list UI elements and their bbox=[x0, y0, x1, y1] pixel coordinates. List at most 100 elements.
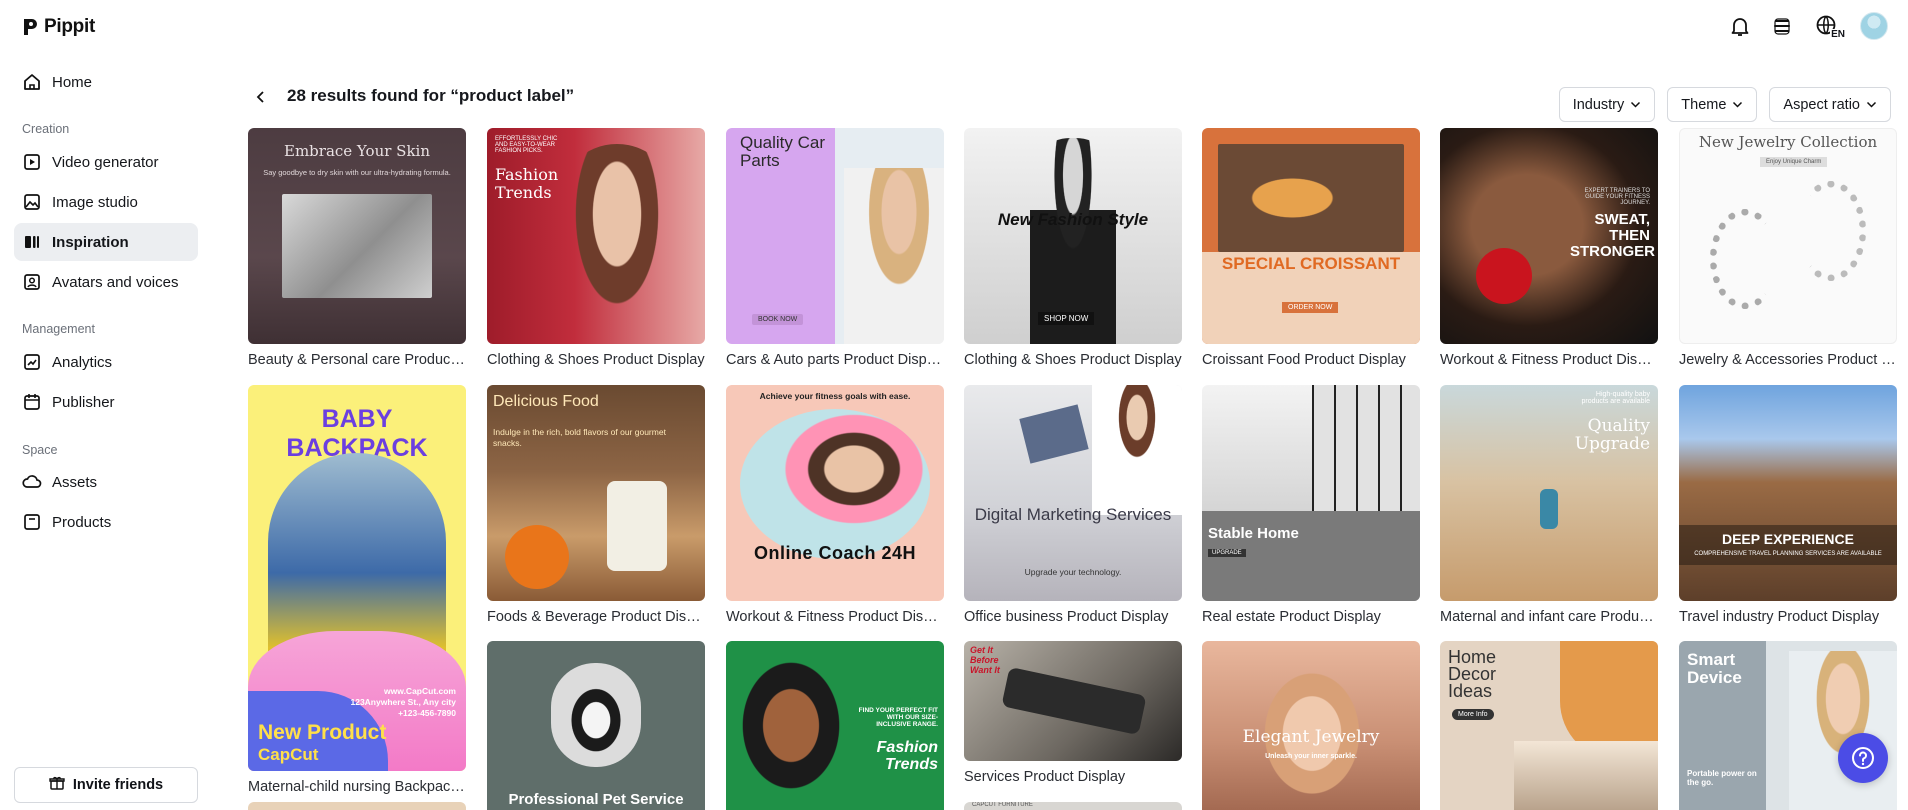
sidebar-item-label: Analytics bbox=[52, 353, 113, 371]
template-thumbnail[interactable]: Fashion Trends EFFORTLESSLY CHIC AND EAS… bbox=[487, 128, 705, 344]
clapperboard-icon bbox=[1019, 404, 1089, 464]
stack-menu-icon[interactable] bbox=[1770, 14, 1794, 38]
template-card[interactable]: Delicious Food Indulge in the rich, bold… bbox=[487, 385, 705, 625]
template-card[interactable]: Embrace Your Skin Say goodbye to dry ski… bbox=[248, 128, 466, 368]
template-card[interactable]: FIND YOUR PERFECT FIT WITH OUR SIZE-INCL… bbox=[726, 641, 944, 810]
filter-aspect-ratio[interactable]: Aspect ratio bbox=[1769, 87, 1891, 122]
template-thumbnail[interactable]: DEEP EXPERIENCE COMPREHENSIVE TRAVEL PLA… bbox=[1679, 385, 1897, 601]
sidebar-item-analytics[interactable]: Analytics bbox=[14, 343, 198, 381]
filter-theme[interactable]: Theme bbox=[1667, 87, 1758, 122]
template-thumbnail[interactable]: New Jewelry Collection Enjoy Unique Char… bbox=[1679, 128, 1897, 344]
template-thumbnail[interactable]: Smart Device Portable power on the go. bbox=[1679, 641, 1897, 810]
sidebar-item-image-studio[interactable]: Image studio bbox=[14, 183, 198, 221]
template-label: Clothing & Shoes Product Display bbox=[487, 352, 705, 368]
template-thumbnail[interactable]: Stable Home UPGRADE bbox=[1202, 385, 1420, 601]
sidebar-item-assets[interactable]: Assets bbox=[14, 463, 198, 501]
template-thumbnail[interactable]: New Fashion Style SHOP NOW bbox=[964, 128, 1182, 344]
template-card[interactable]: DEEP EXPERIENCE COMPREHENSIVE TRAVEL PLA… bbox=[1679, 385, 1897, 625]
user-avatar[interactable] bbox=[1860, 12, 1888, 40]
template-card[interactable]: High-quality baby products are available… bbox=[1440, 385, 1658, 625]
template-card[interactable]: Achieve your fitness goals with ease. On… bbox=[726, 385, 944, 625]
invite-label: Invite friends bbox=[72, 777, 164, 793]
thumbnail-caption: Portable power on the go. bbox=[1687, 769, 1757, 787]
thumbnail-caption: EFFORTLESSLY CHIC AND EASY-TO-WEAR FASHI… bbox=[495, 136, 558, 154]
template-thumbnail[interactable]: Achieve your fitness goals with ease. On… bbox=[726, 385, 944, 601]
language-globe-icon[interactable]: EN bbox=[1812, 14, 1846, 40]
thumbnail-caption: Upgrade your technology. bbox=[1024, 567, 1122, 577]
model-photo bbox=[557, 144, 677, 344]
thumbnail-headline: SWEAT, THEN STRONGER bbox=[1570, 211, 1656, 260]
thumbnail-cta: More Info bbox=[1452, 709, 1494, 720]
invite-friends-button[interactable]: Invite friends bbox=[14, 767, 198, 803]
template-card[interactable]: SWEAT, THEN STRONGER EXPERT TRAINERS TO … bbox=[1440, 128, 1658, 368]
template-card[interactable]: CAPCUT FURNITURE bbox=[964, 802, 1182, 810]
sidebar-item-avatars-and-voices[interactable]: Avatars and voices bbox=[14, 263, 198, 301]
thumbnail-caption: Indulge in the rich, bold flavors of our… bbox=[493, 427, 666, 448]
thumbnail-headline: Elegant Jewelry bbox=[1242, 727, 1380, 747]
section-management: Management bbox=[22, 322, 95, 336]
template-thumbnail[interactable]: Professional Pet Service bbox=[487, 641, 705, 810]
template-card[interactable]: SPECIAL CROISSANT ORDER NOW Croissant Fo… bbox=[1202, 128, 1420, 368]
template-thumbnail[interactable]: BABY BACKPACK www.CapCut.com 123Anywhere… bbox=[248, 385, 466, 771]
sidebar-item-home[interactable]: Home bbox=[14, 63, 198, 101]
template-thumbnail[interactable]: FIND YOUR PERFECT FIT WITH OUR SIZE-INCL… bbox=[726, 641, 944, 810]
back-button[interactable] bbox=[250, 86, 272, 108]
section-space: Space bbox=[22, 443, 58, 457]
template-label: Workout & Fitness Product Display bbox=[1440, 352, 1658, 368]
earring-right bbox=[1796, 181, 1866, 281]
template-label: Cars & Auto parts Product Display bbox=[726, 352, 944, 368]
template-card[interactable]: New Fashion Style SHOP NOW Clothing & Sh… bbox=[964, 128, 1182, 368]
template-thumbnail[interactable]: Delicious Food Indulge in the rich, bold… bbox=[487, 385, 705, 601]
model-photo bbox=[1092, 385, 1182, 515]
template-thumbnail[interactable]: Elegant Jewelry Unleash your inner spark… bbox=[1202, 641, 1420, 810]
template-card[interactable]: Quality Car Parts BOOK NOW Cars & Auto p… bbox=[726, 128, 944, 368]
thumbnail-headline: Fashion Trends bbox=[876, 739, 938, 773]
template-card[interactable]: Home Decor Ideas More Info bbox=[1440, 641, 1658, 810]
thumbnail-caption: COMPREHENSIVE TRAVEL PLANNING SERVICES A… bbox=[1694, 551, 1882, 557]
thumbnail-headline: Smart Device bbox=[1687, 650, 1742, 687]
language-code: EN bbox=[1830, 29, 1846, 40]
top-toolbar: EN bbox=[1728, 12, 1888, 40]
sidebar-item-publisher[interactable]: Publisher bbox=[14, 383, 198, 421]
sidebar-item-products[interactable]: Products bbox=[14, 503, 198, 541]
pippit-logo[interactable]: Pippit bbox=[22, 16, 95, 38]
template-card[interactable]: Get It Before Want It Services Product D… bbox=[964, 641, 1182, 785]
template-card[interactable]: Elegant Jewelry Unleash your inner spark… bbox=[1202, 641, 1420, 810]
sidebar-item-video-generator[interactable]: Video generator bbox=[14, 143, 198, 181]
pippit-logo-icon bbox=[24, 19, 37, 35]
template-card[interactable]: Stable Home UPGRADE Real estate Product … bbox=[1202, 385, 1420, 625]
template-card[interactable]: Fashion Trends EFFORTLESSLY CHIC AND EAS… bbox=[487, 128, 705, 368]
notification-bell-icon[interactable] bbox=[1728, 14, 1752, 38]
template-label: Beauty & Personal care Product Display bbox=[248, 352, 466, 368]
template-label: Clothing & Shoes Product Display bbox=[964, 352, 1182, 368]
template-card[interactable]: BABY BACKPACK www.CapCut.com 123Anywhere… bbox=[248, 385, 466, 795]
template-thumbnail[interactable]: High-quality baby products are available… bbox=[1440, 385, 1658, 601]
template-card[interactable]: Digital Marketing Services Upgrade your … bbox=[964, 385, 1182, 625]
help-button[interactable] bbox=[1838, 733, 1888, 783]
template-thumbnail[interactable]: SPECIAL CROISSANT ORDER NOW bbox=[1202, 128, 1420, 344]
template-thumbnail[interactable] bbox=[248, 802, 466, 810]
filter-label: Industry bbox=[1572, 96, 1625, 113]
template-thumbnail[interactable]: Get It Before Want It bbox=[964, 641, 1182, 761]
template-card[interactable]: Professional Pet Service bbox=[487, 641, 705, 810]
template-card[interactable] bbox=[248, 802, 466, 810]
template-thumbnail[interactable]: Embrace Your Skin Say goodbye to dry ski… bbox=[248, 128, 466, 344]
filter-industry[interactable]: Industry bbox=[1558, 87, 1656, 122]
gift-icon bbox=[49, 775, 65, 795]
template-label: Travel industry Product Display bbox=[1679, 609, 1880, 625]
sidebar-item-inspiration[interactable]: Inspiration bbox=[14, 223, 198, 261]
calendar-icon bbox=[22, 392, 42, 412]
template-card[interactable]: Smart Device Portable power on the go. bbox=[1679, 641, 1897, 810]
template-thumbnail[interactable]: Home Decor Ideas More Info bbox=[1440, 641, 1658, 810]
template-thumbnail[interactable]: Digital Marketing Services Upgrade your … bbox=[964, 385, 1182, 601]
sidebar-item-label: Inspiration bbox=[52, 233, 129, 251]
template-thumbnail[interactable]: CAPCUT FURNITURE bbox=[964, 802, 1182, 810]
chevron-down-icon bbox=[1631, 101, 1641, 108]
thumbnail-caption: Achieve your fitness goals with ease. bbox=[759, 391, 911, 401]
thumbnail-cta: SHOP NOW bbox=[1038, 312, 1095, 325]
sidebar-item-label: Publisher bbox=[52, 393, 115, 411]
template-thumbnail[interactable]: Quality Car Parts BOOK NOW bbox=[726, 128, 944, 344]
thumbnail-headline: Fashion Trends bbox=[495, 165, 559, 202]
template-card[interactable]: New Jewelry Collection Enjoy Unique Char… bbox=[1679, 128, 1897, 368]
template-thumbnail[interactable]: SWEAT, THEN STRONGER EXPERT TRAINERS TO … bbox=[1440, 128, 1658, 344]
